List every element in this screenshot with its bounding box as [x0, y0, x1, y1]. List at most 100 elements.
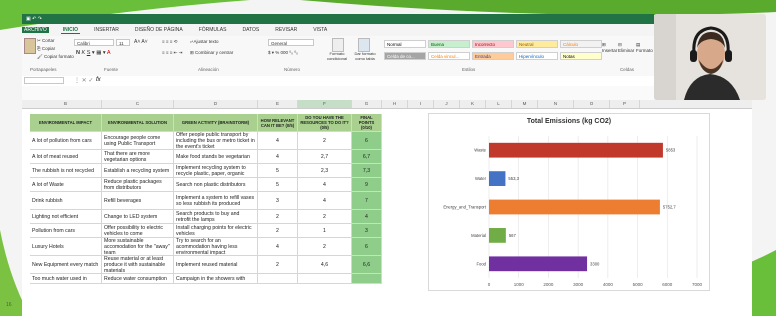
- cell-style-option[interactable]: Normal: [384, 40, 426, 48]
- table-cell[interactable]: Try to search for an acommodation having…: [174, 238, 258, 256]
- bold-italic-underline-buttons[interactable]: N K S ▾ ▦ ▾ A: [76, 50, 111, 56]
- cell-style-option[interactable]: Buena: [428, 40, 470, 48]
- column-header[interactable]: I: [408, 100, 434, 108]
- column-header[interactable]: J: [434, 100, 460, 108]
- table-cell[interactable]: 2,3: [298, 164, 352, 178]
- table-header-cell[interactable]: FINAL POINTS (0/10): [352, 114, 382, 132]
- cell-style-option[interactable]: Incorrecto: [472, 40, 514, 48]
- table-cell[interactable]: 3: [352, 224, 382, 238]
- tab-archivo[interactable]: ARCHIVO: [22, 27, 49, 33]
- table-cell[interactable]: 4: [258, 150, 298, 164]
- table-cell[interactable]: 4: [258, 238, 298, 256]
- table-cell[interactable]: Implement a system to refill vases so le…: [174, 192, 258, 210]
- table-cell[interactable]: 6: [352, 238, 382, 256]
- table-cell[interactable]: A lot of meat reused: [30, 150, 102, 164]
- cell-style-option[interactable]: Cálculo: [560, 40, 602, 48]
- column-header[interactable]: M: [512, 100, 538, 108]
- column-header[interactable]: K: [460, 100, 486, 108]
- table-cell[interactable]: Make food stands be vegetarian: [174, 150, 258, 164]
- table-cell[interactable]: 7: [352, 192, 382, 210]
- column-header[interactable]: H: [382, 100, 408, 108]
- table-cell[interactable]: 4: [258, 132, 298, 150]
- paste-icon[interactable]: [24, 38, 36, 54]
- cell-style-option[interactable]: Hipervínculo: [516, 52, 558, 60]
- column-header[interactable]: B: [30, 100, 102, 108]
- tab-vista[interactable]: VISTA: [311, 27, 329, 33]
- tab-revisar[interactable]: REVISAR: [273, 27, 299, 33]
- column-header[interactable]: N: [538, 100, 574, 108]
- table-cell[interactable]: 2: [298, 132, 352, 150]
- table-cell[interactable]: 2: [258, 224, 298, 238]
- conditional-format-icon[interactable]: [332, 38, 344, 52]
- table-cell[interactable]: 5: [258, 178, 298, 192]
- align-top-icons[interactable]: ≡ ≡ ≡ ⟲: [162, 39, 177, 45]
- table-cell[interactable]: Search products to buy and retrofit the …: [174, 210, 258, 224]
- table-cell[interactable]: 2: [258, 210, 298, 224]
- merge-center-button[interactable]: ⊞ Combinar y centrar: [190, 50, 233, 56]
- table-cell[interactable]: 4: [352, 210, 382, 224]
- format-cells-button[interactable]: ▤ Formato: [636, 42, 653, 53]
- table-header-cell[interactable]: HOW RELEVANT CAN IT BE? (0/5): [258, 114, 298, 132]
- table-cell[interactable]: 2: [258, 256, 298, 274]
- formula-input[interactable]: [108, 77, 652, 85]
- table-cell[interactable]: Luxury Hotels: [30, 238, 102, 256]
- align-horizontal-icons[interactable]: ≡ ≡ ≡ ⇤ ⇥: [162, 50, 182, 56]
- table-header-cell[interactable]: ENVIRONMENTAL IMPACT: [30, 114, 102, 132]
- table-cell[interactable]: 7,3: [352, 164, 382, 178]
- table-cell[interactable]: Too much water used in: [30, 274, 102, 284]
- tab-diseno[interactable]: DISEÑO DE PÁGINA: [133, 27, 185, 33]
- copy-format-button[interactable]: 🖌 Copiar formato: [37, 54, 74, 60]
- tab-insertar[interactable]: INSERTAR: [92, 27, 121, 33]
- column-header[interactable]: L: [486, 100, 512, 108]
- table-cell[interactable]: Pollution from cars: [30, 224, 102, 238]
- table-cell[interactable]: Establish a recycling system: [102, 164, 174, 178]
- table-cell[interactable]: Offer people public transport by includi…: [174, 132, 258, 150]
- table-cell[interactable]: [298, 274, 352, 284]
- column-header[interactable]: C: [102, 100, 174, 108]
- table-cell[interactable]: Install charging points for electric veh…: [174, 224, 258, 238]
- table-cell[interactable]: 9: [352, 178, 382, 192]
- name-box[interactable]: [24, 77, 64, 84]
- font-size-select[interactable]: 11: [116, 39, 130, 46]
- column-header[interactable]: F: [298, 100, 352, 108]
- wrap-text-button[interactable]: ⤶ Ajustar texto: [190, 39, 219, 44]
- table-cell[interactable]: Reuse material or at least produce it wi…: [102, 256, 174, 274]
- cell-style-option[interactable]: Celda de co...: [384, 52, 426, 60]
- insert-cells-button[interactable]: ⊞ Insertar: [602, 42, 617, 53]
- number-format-select[interactable]: General: [268, 39, 314, 46]
- table-cell[interactable]: 2: [298, 238, 352, 256]
- column-header[interactable]: D: [174, 100, 258, 108]
- cell-style-option[interactable]: Neutral: [516, 40, 558, 48]
- table-header-cell[interactable]: GREEN ACTIVITY (BRAINSTORM): [174, 114, 258, 132]
- tab-datos[interactable]: DATOS: [240, 27, 261, 33]
- table-cell[interactable]: Campaign in the showers with: [174, 274, 258, 284]
- table-cell[interactable]: That there are more vegetarian options: [102, 150, 174, 164]
- table-header-cell[interactable]: DO YOU HAVE THE RESOURCES TO DO IT? (0/5…: [298, 114, 352, 132]
- cell-style-option[interactable]: Entrada: [472, 52, 514, 60]
- format-table-icon[interactable]: [358, 38, 370, 52]
- table-cell[interactable]: 2: [298, 210, 352, 224]
- table-cell[interactable]: 5: [258, 164, 298, 178]
- table-cell[interactable]: A lot of pollution from cars: [30, 132, 102, 150]
- table-cell[interactable]: 6: [352, 132, 382, 150]
- cell-style-option[interactable]: Celda vincul...: [428, 52, 470, 60]
- table-cell[interactable]: 4,6: [298, 256, 352, 274]
- number-format-icons[interactable]: $ ▾ % 000 ⁰₀ ⁰₀: [268, 50, 298, 56]
- tab-formulas[interactable]: FÓRMULAS: [197, 27, 229, 33]
- formula-buttons[interactable]: ⋮ ✕ ✓: [74, 77, 93, 84]
- table-cell[interactable]: 4: [298, 192, 352, 210]
- table-cell[interactable]: Refill beverages: [102, 192, 174, 210]
- format-as-table-button[interactable]: Dar formato como tabla: [352, 51, 378, 61]
- table-cell[interactable]: 2,7: [298, 150, 352, 164]
- font-name-select[interactable]: Calibri: [74, 39, 114, 46]
- column-header[interactable]: O: [574, 100, 610, 108]
- table-cell[interactable]: Lighting not efficient: [30, 210, 102, 224]
- table-cell[interactable]: Encourage people come using Public Trans…: [102, 132, 174, 150]
- table-cell[interactable]: Search non plastic distributors: [174, 178, 258, 192]
- copy-button[interactable]: ⎘ Copiar: [37, 46, 55, 51]
- table-cell[interactable]: Implement recycling system to recycle pl…: [174, 164, 258, 178]
- table-cell[interactable]: 6,6: [352, 256, 382, 274]
- conditional-format-button[interactable]: Formato condicional: [324, 51, 350, 61]
- table-cell[interactable]: 1: [298, 224, 352, 238]
- table-cell[interactable]: Change to LED system: [102, 210, 174, 224]
